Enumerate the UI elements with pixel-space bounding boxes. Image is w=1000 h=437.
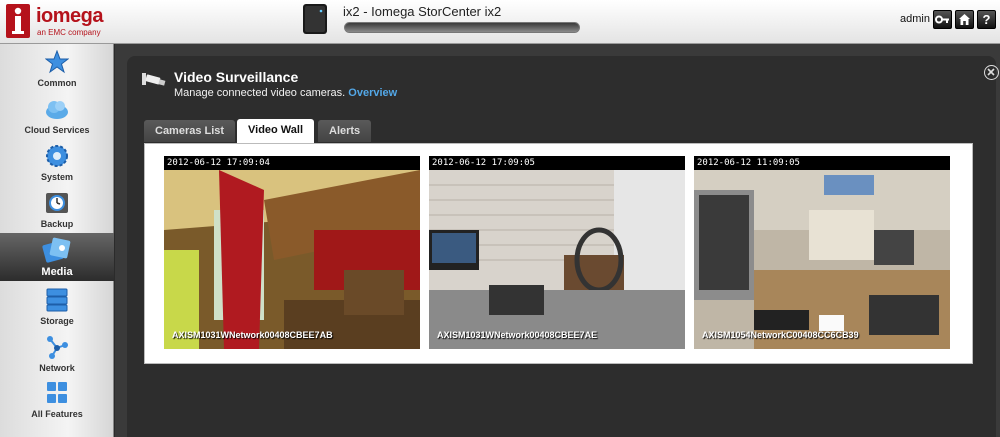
camera-image — [429, 170, 685, 349]
gear-icon — [46, 145, 68, 167]
sidebar-item-cloud-services[interactable]: Cloud Services — [0, 93, 114, 139]
cloud-icon — [46, 101, 68, 119]
close-button[interactable] — [984, 65, 999, 80]
nas-device-icon — [303, 4, 327, 34]
sidebar-item-label: Backup — [40, 219, 74, 229]
camera-name: AXISM1031WNetwork00408CBEE7AB — [172, 330, 333, 340]
camera-name: AXISM1031WNetwork00408CBEE7AE — [437, 330, 598, 340]
camera-feed[interactable]: 2012-06-12 11:09:05 AXISM1054NetworkC004… — [694, 156, 950, 349]
camera-image — [164, 170, 420, 349]
sidebar-item-all-features[interactable]: All Features — [0, 377, 114, 423]
app-window: iomega an EMC company ix2 - Iomega StorC… — [0, 0, 1000, 437]
key-icon — [935, 15, 949, 24]
star-icon — [45, 50, 69, 74]
grid-icon — [47, 382, 67, 403]
camera-feed[interactable]: 2012-06-12 17:09:04 AXISM1031WNetwork004… — [164, 156, 420, 349]
sidebar: Common Cloud Services System Backup Medi… — [0, 44, 114, 437]
camera-image — [694, 170, 950, 349]
sidebar-item-label: System — [40, 172, 74, 182]
media-icon — [42, 237, 71, 263]
brand-name: iomega — [36, 5, 104, 27]
iomega-logo[interactable]: iomega an EMC company — [6, 4, 116, 40]
sidebar-item-label: All Features — [31, 409, 83, 419]
sidebar-item-media[interactable]: Media — [0, 233, 114, 281]
network-icon — [47, 336, 68, 359]
camera-feed[interactable]: 2012-06-12 17:09:05 AXISM1031WNetwork004… — [429, 156, 685, 349]
home-button[interactable] — [955, 10, 974, 29]
sidebar-item-common[interactable]: Common — [0, 46, 114, 92]
page-subtitle: Manage connected video cameras. Overview — [174, 87, 397, 99]
tab-cameras-list[interactable]: Cameras List — [144, 120, 236, 142]
camera-timestamp: 2012-06-12 17:09:05 — [429, 156, 685, 170]
camera-timestamp: 2012-06-12 17:09:04 — [164, 156, 420, 170]
sidebar-item-label: Common — [37, 78, 77, 88]
sidebar-item-label: Cloud Services — [24, 125, 90, 135]
capacity-bar-fill — [345, 23, 579, 32]
home-icon — [959, 14, 970, 25]
tab-alerts[interactable]: Alerts — [318, 120, 372, 142]
overview-link[interactable]: Overview — [348, 87, 397, 99]
device-title: ix2 - Iomega StorCenter ix2 — [343, 4, 502, 19]
storage-icon — [46, 288, 68, 312]
capacity-bar[interactable] — [344, 22, 580, 33]
tab-video-wall[interactable]: Video Wall — [237, 119, 315, 143]
logout-key-button[interactable] — [933, 10, 952, 29]
iomega-logo-icon — [6, 4, 30, 38]
brand-subtitle: an EMC company — [37, 28, 101, 37]
top-bar: iomega an EMC company ix2 - Iomega StorC… — [0, 0, 1000, 44]
page-title: Video Surveillance — [174, 69, 299, 85]
subtitle-text: Manage connected video cameras. — [174, 87, 346, 99]
sidebar-item-label: Network — [39, 363, 75, 373]
help-icon: ? — [982, 12, 991, 27]
main-area: Video Surveillance Manage connected vide… — [115, 44, 1000, 437]
user-name: admin — [900, 13, 930, 25]
video-surveillance-panel: Video Surveillance Manage connected vide… — [127, 56, 999, 437]
security-camera-icon — [142, 73, 166, 86]
sidebar-item-backup[interactable]: Backup — [0, 187, 114, 233]
backup-clock-icon — [46, 193, 68, 213]
sidebar-item-storage[interactable]: Storage — [0, 284, 114, 330]
help-button[interactable]: ? — [977, 10, 996, 29]
video-wall: 2012-06-12 17:09:04 AXISM1031WNetwork004… — [144, 143, 973, 364]
close-icon — [987, 68, 995, 76]
camera-name: AXISM1054NetworkC00408CC6CB39 — [702, 330, 859, 340]
sidebar-item-network[interactable]: Network — [0, 331, 114, 377]
sidebar-item-label: Storage — [40, 316, 74, 326]
sidebar-item-system[interactable]: System — [0, 140, 114, 186]
camera-timestamp: 2012-06-12 11:09:05 — [694, 156, 950, 170]
sidebar-item-label: Media — [41, 266, 73, 278]
